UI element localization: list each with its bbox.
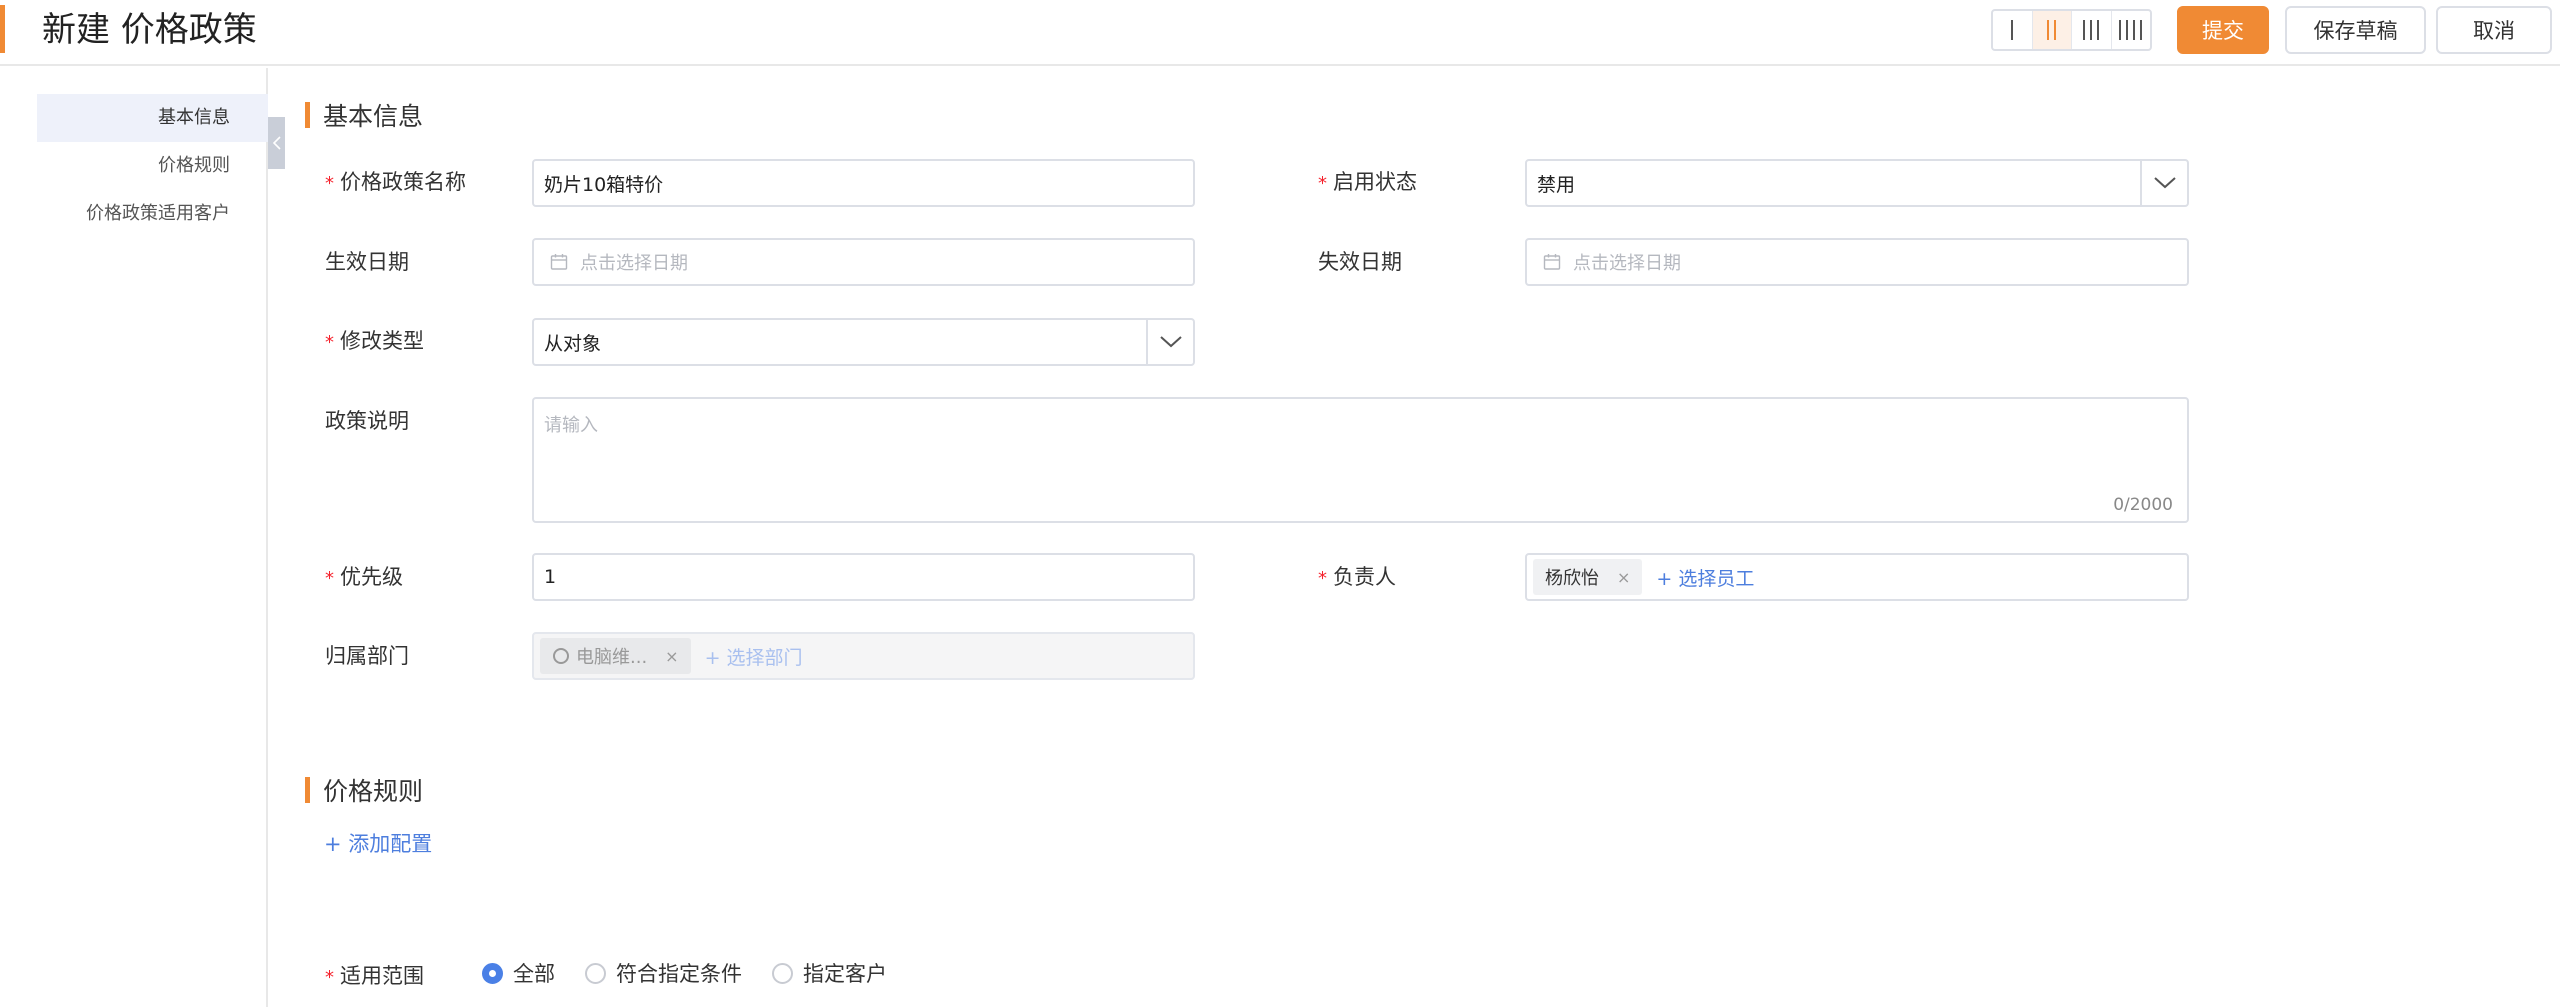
close-icon[interactable]: × bbox=[1617, 568, 1630, 587]
section-accent-bar bbox=[305, 777, 310, 803]
add-config-link[interactable]: + 添加配置 bbox=[324, 828, 432, 858]
department-picker: 电脑维... × + 选择部门 bbox=[532, 632, 1195, 680]
status-label: * 启用状态 bbox=[1318, 168, 1417, 198]
department-circle-icon bbox=[553, 648, 569, 664]
department-label: 归属部门 bbox=[325, 644, 409, 668]
layout-four-column-button[interactable] bbox=[2112, 11, 2151, 49]
chevron-left-icon bbox=[272, 136, 281, 150]
status-select[interactable]: 禁用 bbox=[1525, 159, 2189, 207]
radio-circle bbox=[772, 962, 793, 984]
textarea-placeholder: 请输入 bbox=[544, 415, 598, 436]
layout-three-column-button[interactable] bbox=[2072, 11, 2112, 49]
submit-button[interactable]: 提交 bbox=[2177, 6, 2269, 54]
radio-circle bbox=[482, 962, 503, 984]
select-employee-link[interactable]: + 选择员工 bbox=[1656, 564, 1754, 591]
section-title-text: 基本信息 bbox=[323, 102, 424, 131]
label-text: 启用状态 bbox=[1333, 170, 1417, 194]
sidebar-item-price-rules[interactable]: 价格规则 bbox=[37, 142, 268, 190]
chevron-down-icon bbox=[2153, 177, 2176, 189]
input-value: 1 bbox=[544, 566, 557, 588]
policy-name-label: * 价格政策名称 bbox=[325, 168, 466, 198]
radio-circle bbox=[585, 962, 606, 984]
description-label: 政策说明 bbox=[325, 409, 409, 433]
policy-name-input[interactable]: 奶片10箱特价 bbox=[532, 159, 1195, 207]
two-column-icon bbox=[2047, 20, 2057, 40]
sidebar-collapse-button[interactable] bbox=[268, 117, 285, 169]
label-text: 负责人 bbox=[1333, 565, 1396, 589]
required-mark: * bbox=[325, 332, 334, 353]
radio-label: 全部 bbox=[513, 962, 555, 986]
sidebar-item-basic-info[interactable]: 基本信息 bbox=[37, 94, 268, 142]
priority-label: * 优先级 bbox=[325, 563, 403, 593]
layout-single-column-button[interactable] bbox=[1993, 11, 2033, 49]
scope-radio-group: 全部 符合指定条件 指定客户 bbox=[482, 958, 917, 988]
close-icon: × bbox=[665, 646, 679, 666]
scope-radio-customer[interactable]: 指定客户 bbox=[772, 958, 887, 988]
owner-tag: 杨欣怡 × bbox=[1533, 559, 1643, 595]
label-text: 价格政策名称 bbox=[340, 170, 466, 194]
description-textarea[interactable]: 请输入 0/2000 bbox=[532, 397, 2189, 523]
required-mark: * bbox=[325, 568, 334, 589]
select-value: 禁用 bbox=[1537, 173, 1576, 196]
owner-label: * 负责人 bbox=[1318, 563, 1396, 593]
label-text: 适用范围 bbox=[340, 964, 424, 988]
radio-label: 符合指定条件 bbox=[616, 962, 742, 986]
title-accent-bar bbox=[0, 5, 5, 53]
modify-type-select[interactable]: 从对象 bbox=[532, 318, 1195, 366]
select-value: 从对象 bbox=[544, 332, 602, 355]
calendar-icon bbox=[1543, 254, 1561, 270]
three-column-icon bbox=[2083, 20, 2100, 40]
end-date-picker[interactable]: 点击选择日期 bbox=[1525, 238, 2189, 286]
select-arrow[interactable] bbox=[1146, 320, 1193, 364]
tag-text: 电脑维... bbox=[576, 647, 648, 668]
section-accent-bar bbox=[305, 102, 310, 128]
page-header: 新建 价格政策 提交 保存草稿 取消 bbox=[0, 0, 2560, 66]
modify-type-label: * 修改类型 bbox=[325, 327, 424, 357]
tag-text: 杨欣怡 bbox=[1545, 568, 1599, 589]
department-tag: 电脑维... × bbox=[540, 638, 691, 674]
chevron-down-icon bbox=[1159, 336, 1182, 348]
date-placeholder: 点击选择日期 bbox=[1573, 253, 1681, 274]
save-draft-button[interactable]: 保存草稿 bbox=[2285, 6, 2426, 54]
radio-label: 指定客户 bbox=[803, 962, 887, 986]
priority-input[interactable]: 1 bbox=[532, 553, 1195, 601]
scope-radio-all[interactable]: 全部 bbox=[482, 958, 555, 988]
owner-picker[interactable]: 杨欣怡 × + 选择员工 bbox=[1525, 553, 2189, 601]
input-value: 奶片10箱特价 bbox=[544, 173, 664, 196]
layout-column-switch bbox=[1991, 9, 2152, 51]
sidebar-item-applicable-customers[interactable]: 价格政策适用客户 bbox=[37, 190, 268, 238]
scope-radio-condition[interactable]: 符合指定条件 bbox=[585, 958, 742, 988]
select-department-link: + 选择部门 bbox=[704, 646, 803, 669]
scope-label: * 适用范围 bbox=[325, 962, 424, 992]
required-mark: * bbox=[325, 967, 334, 988]
date-placeholder: 点击选择日期 bbox=[580, 253, 688, 274]
section-title-basic-info: 基本信息 bbox=[305, 101, 423, 131]
select-arrow[interactable] bbox=[2140, 161, 2187, 205]
required-mark: * bbox=[325, 173, 334, 194]
calendar-icon bbox=[550, 254, 568, 270]
page-title: 新建 价格政策 bbox=[42, 10, 257, 50]
section-nav-sidebar: 基本信息 价格规则 价格政策适用客户 bbox=[0, 68, 268, 1007]
one-column-icon bbox=[2011, 20, 2014, 40]
layout-two-column-button[interactable] bbox=[2032, 11, 2072, 49]
label-text: 优先级 bbox=[340, 565, 403, 589]
start-date-label: 生效日期 bbox=[325, 250, 409, 274]
char-counter: 0/2000 bbox=[2113, 495, 2173, 515]
section-title-text: 价格规则 bbox=[323, 777, 424, 806]
start-date-picker[interactable]: 点击选择日期 bbox=[532, 238, 1195, 286]
section-title-price-rules: 价格规则 bbox=[305, 776, 423, 806]
required-mark: * bbox=[1318, 173, 1327, 194]
cancel-button[interactable]: 取消 bbox=[2436, 6, 2552, 54]
end-date-label: 失效日期 bbox=[1318, 250, 1402, 274]
label-text: 修改类型 bbox=[340, 329, 424, 353]
four-column-icon bbox=[2119, 20, 2143, 40]
required-mark: * bbox=[1318, 568, 1327, 589]
